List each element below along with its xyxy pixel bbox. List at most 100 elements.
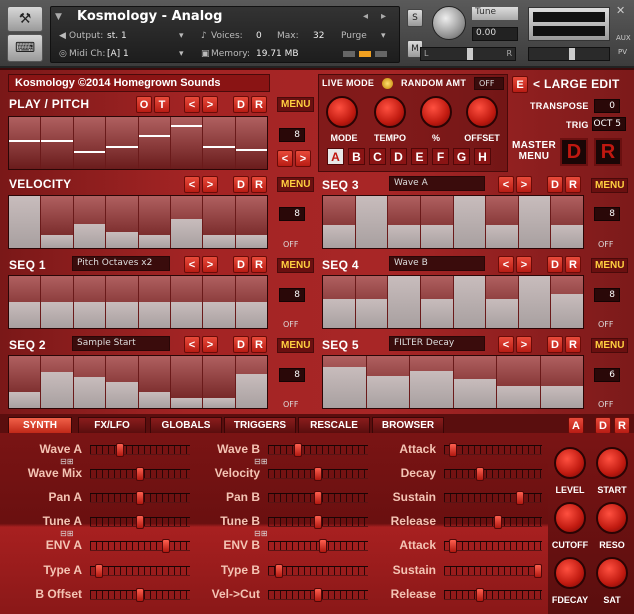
play-t-button[interactable]: T: [154, 96, 170, 113]
env-release-3-slider[interactable]: [444, 515, 542, 529]
seq4-d-button[interactable]: D: [547, 256, 563, 273]
seq5-menu-button[interactable]: MENU: [591, 338, 629, 353]
osc-a-env-a-4-slider[interactable]: [90, 539, 190, 553]
env-sustain-5-slider[interactable]: [444, 564, 542, 578]
trig-value[interactable]: OCT 5: [592, 117, 626, 131]
reso-knob[interactable]: [596, 502, 628, 534]
velocity-menu-button[interactable]: MENU: [277, 177, 315, 192]
osc-b-env-b-4-slider[interactable]: [268, 539, 368, 553]
play-step-3[interactable]: [73, 117, 107, 169]
play-menu-button[interactable]: MENU: [277, 97, 315, 112]
play-octave-up-button[interactable]: >: [295, 150, 311, 167]
seq3-d-button[interactable]: D: [547, 176, 563, 193]
play-octave-down-button[interactable]: <: [277, 150, 293, 167]
seq1-menu-button[interactable]: MENU: [277, 258, 315, 273]
volume-thumb[interactable]: [569, 48, 575, 60]
env-attack-0-slider[interactable]: [444, 443, 542, 457]
pattern-f-button[interactable]: F: [432, 148, 449, 165]
tab-globals[interactable]: GLOBALS: [150, 417, 222, 434]
collapse-icon[interactable]: ▼: [55, 12, 62, 22]
seq3-step-6[interactable]: [486, 196, 519, 248]
seq4-grid[interactable]: [322, 275, 584, 329]
seq2-step-2[interactable]: [41, 356, 74, 408]
seq3-off-value[interactable]: OFF: [598, 240, 614, 249]
velocity-step-2[interactable]: [41, 196, 74, 248]
env-attack-0-slider-thumb[interactable]: [448, 443, 457, 457]
velocity-grid[interactable]: [8, 195, 268, 249]
osc-b-type-b-5-slider-thumb[interactable]: [275, 564, 284, 578]
seq1-r-button[interactable]: R: [251, 256, 267, 273]
seq3-step-2[interactable]: [355, 196, 389, 248]
env-sustain-5-slider-thumb[interactable]: [534, 564, 542, 578]
seq4-step-2[interactable]: [355, 276, 389, 328]
transpose-value[interactable]: 0: [594, 99, 620, 113]
seq3-shift-left-button[interactable]: <: [498, 176, 514, 193]
osc-b-vel-cut-6-slider-thumb[interactable]: [314, 588, 322, 602]
velocity-step-3[interactable]: [73, 196, 107, 248]
osc-b-tune-b-3-slider-thumb[interactable]: [314, 515, 322, 529]
midi-dropdown-icon[interactable]: ▾: [179, 49, 184, 59]
play-step-1[interactable]: [9, 117, 42, 169]
tempo-knob[interactable]: [374, 96, 406, 128]
play-d-button[interactable]: D: [233, 96, 249, 113]
tab-fx-lfo[interactable]: FX/LFO: [78, 417, 146, 434]
output-dropdown-icon[interactable]: ▾: [179, 31, 184, 41]
seq5-steps-value[interactable]: 6: [594, 368, 620, 382]
seq1-steps-value[interactable]: 8: [279, 288, 305, 302]
seq3-shift-right-button[interactable]: >: [516, 176, 532, 193]
osc-b-velocity-1-slider-thumb[interactable]: [314, 467, 322, 481]
mode-knob[interactable]: [326, 96, 358, 128]
velocity-shift-left-button[interactable]: <: [184, 176, 200, 193]
seq2-step-5[interactable]: [138, 356, 171, 408]
osc-b-env-b-4-slider-thumb[interactable]: [318, 539, 327, 553]
seq5-step-4[interactable]: [453, 356, 497, 408]
seq5-target-select[interactable]: FILTER Decay: [389, 336, 485, 351]
synth-d-button[interactable]: D: [595, 417, 611, 434]
velocity-step-5[interactable]: [138, 196, 171, 248]
osc-a-wave-a-0-slider-thumb[interactable]: [115, 443, 124, 457]
seq1-off-value[interactable]: OFF: [283, 320, 299, 329]
solo-button[interactable]: S: [407, 9, 423, 27]
play-step-4[interactable]: [106, 117, 139, 169]
env-sustain-2-slider-thumb[interactable]: [516, 491, 524, 505]
seq1-step-3[interactable]: [73, 276, 107, 328]
seq4-shift-right-button[interactable]: >: [516, 256, 532, 273]
seq5-off-value[interactable]: OFF: [598, 400, 614, 409]
osc-a-tune-a-3-slider-thumb[interactable]: [136, 515, 144, 529]
synth-r-button[interactable]: R: [614, 417, 630, 434]
seq5-step-6[interactable]: [540, 356, 583, 408]
seq2-step-7[interactable]: [203, 356, 236, 408]
seq4-steps-value[interactable]: 8: [594, 288, 620, 302]
master-r-button[interactable]: R: [594, 138, 622, 166]
seq4-step-6[interactable]: [486, 276, 519, 328]
seq2-step-1[interactable]: [9, 356, 42, 408]
volume-slider[interactable]: [528, 47, 610, 61]
velocity-step-1[interactable]: [9, 196, 42, 248]
seq4-step-4[interactable]: [420, 276, 454, 328]
env-release-3-slider-thumb[interactable]: [493, 515, 502, 529]
pattern-d-button[interactable]: D: [390, 148, 407, 165]
seq3-r-button[interactable]: R: [565, 176, 581, 193]
seq2-off-value[interactable]: OFF: [283, 400, 299, 409]
osc-b-pan-b-2-slider[interactable]: [268, 491, 368, 505]
instrument-title[interactable]: Kosmology - Analog: [77, 9, 222, 24]
seq3-step-4[interactable]: [420, 196, 454, 248]
percent-knob[interactable]: [420, 96, 452, 128]
osc-a-env-a-4-slider-thumb[interactable]: [161, 539, 170, 553]
seq3-step-3[interactable]: [388, 196, 421, 248]
env-attack-4-slider-thumb[interactable]: [448, 539, 457, 553]
seq5-step-2[interactable]: [366, 356, 410, 408]
play-step-5[interactable]: [138, 117, 171, 169]
seq1-d-button[interactable]: D: [233, 256, 249, 273]
seq1-target-select[interactable]: Pitch Octaves x2: [72, 256, 170, 271]
wrench-icon[interactable]: ⚒: [7, 6, 43, 32]
random-amt-value[interactable]: OFF: [474, 77, 504, 90]
seq4-step-1[interactable]: [323, 276, 356, 328]
seq4-step-3[interactable]: [388, 276, 421, 328]
env-attack-4-slider[interactable]: [444, 539, 542, 553]
cutoff-knob[interactable]: [554, 502, 586, 534]
osc-b-tune-b-3-slider[interactable]: [268, 515, 368, 529]
instrument-edit-icon[interactable]: ⌨: [7, 34, 43, 62]
pattern-a-button[interactable]: A: [327, 148, 344, 165]
tune-a-stepper-icon[interactable]: ⊟⊞: [60, 529, 73, 538]
